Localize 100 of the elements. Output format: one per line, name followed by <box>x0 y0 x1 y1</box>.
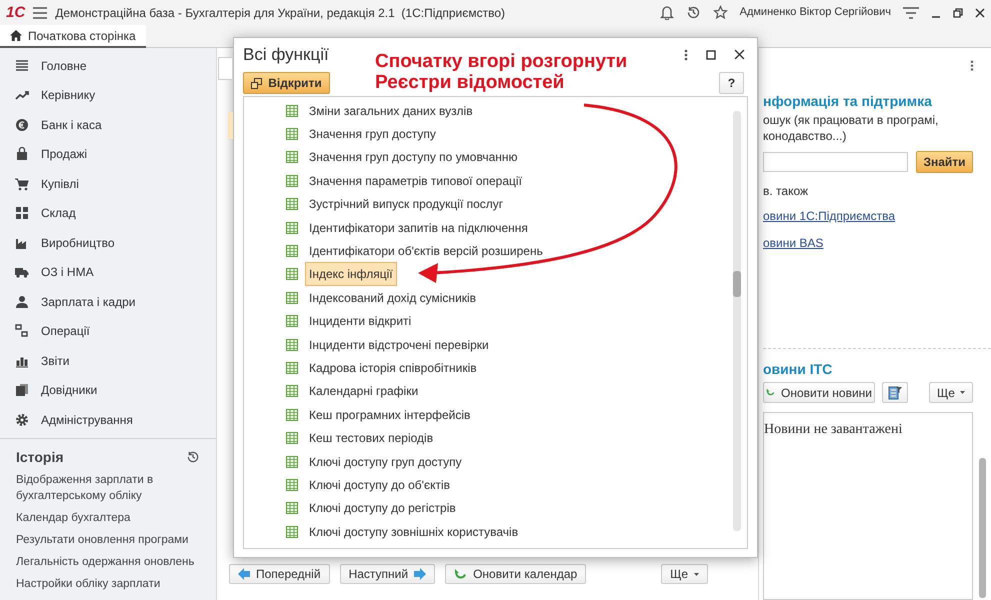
history-link[interactable]: Календар бухгалтера <box>16 510 200 526</box>
filter-news-button[interactable] <box>882 382 908 404</box>
annotation-text: Спочатку вгорі розгорнути Реєстри відомостей <box>375 51 628 93</box>
list-item[interactable]: Кадрова історія співробітників <box>305 356 481 380</box>
search-button[interactable]: Знайти <box>916 151 973 174</box>
close-icon[interactable] <box>975 8 985 18</box>
open-window-icon <box>251 78 262 88</box>
documents-icon <box>15 383 29 398</box>
list-item[interactable]: Значення параметрів типової операції <box>305 168 526 193</box>
sidebar-item[interactable]: Адміністрування <box>0 405 216 434</box>
history-link[interactable]: Результати оновлення програми <box>16 532 200 548</box>
sidebar-item[interactable]: Продажі <box>0 140 216 169</box>
menu-icon[interactable] <box>33 6 48 18</box>
list-item[interactable]: Кеш тестових періодів <box>305 426 438 450</box>
sidebar-item[interactable]: Звіти <box>0 346 216 376</box>
restore-icon[interactable] <box>953 8 963 18</box>
cart-icon <box>15 176 29 191</box>
news-link[interactable]: овини BAS <box>763 234 973 252</box>
more-icon[interactable] <box>970 60 974 72</box>
table-icon <box>286 151 298 164</box>
user-name[interactable]: Админенко Віктор Сергійович <box>740 4 891 21</box>
table-icon <box>286 362 298 374</box>
table-icon <box>286 526 298 538</box>
dialog-title: Всі функції <box>243 44 329 66</box>
highlight-bar-fragment <box>228 112 233 139</box>
shopping-bag-icon <box>15 147 29 162</box>
person-icon <box>15 294 29 309</box>
calendar-button[interactable]: Наступний <box>340 564 436 584</box>
table-icon <box>286 478 298 491</box>
list-item[interactable]: Значення груп доступу <box>305 122 440 146</box>
table-icon <box>286 315 298 328</box>
list-item[interactable]: Значення груп доступу по умовчанню <box>305 145 522 170</box>
caret-icon <box>960 391 965 394</box>
list-item[interactable]: Кеш програмних інтерфейсів <box>305 402 474 427</box>
grid-icon <box>15 206 29 220</box>
list-item[interactable]: Інциденти відкриті <box>305 309 416 334</box>
more-button[interactable]: Ще <box>661 564 708 584</box>
more-icon[interactable] <box>684 48 688 60</box>
maximize-icon[interactable] <box>706 50 716 60</box>
calendar-button[interactable]: Оновити календар <box>445 564 586 584</box>
open-button[interactable]: Відкрити <box>243 72 330 94</box>
history-link[interactable]: Відображення зарплати в бухгалтерському обліку <box>16 472 200 504</box>
hint-text: ошук (як працювати в програмі, <box>763 112 940 128</box>
list-item[interactable]: Ідентифікатори об'єктів версій розширень <box>305 239 547 264</box>
right-arrow-icon <box>414 568 426 580</box>
refresh-news-button[interactable]: Оновити новини <box>763 382 875 404</box>
list-item[interactable]: Індекс інфляції <box>305 262 397 286</box>
table-icon <box>286 408 298 421</box>
list-item[interactable]: Зустрічний випуск продукції послуг <box>305 192 508 216</box>
history-icon[interactable] <box>686 5 701 20</box>
sidebar-item[interactable]: Склад <box>0 198 216 228</box>
sidebar-item[interactable]: Виробництво <box>0 228 216 258</box>
caret-icon <box>694 572 699 576</box>
gear-icon <box>15 412 29 427</box>
list-item[interactable]: Ключі доступу до об'єктів <box>305 472 454 497</box>
history-link[interactable]: Настройки обліку зарплати <box>16 576 200 592</box>
news-message: Новини не завантажені <box>764 422 902 438</box>
coin-icon <box>15 118 29 132</box>
list-item[interactable]: Ключі доступу зовнішніх користувачів <box>305 520 522 544</box>
left-arrow-icon <box>238 568 250 580</box>
table-icon <box>286 245 298 258</box>
star-icon[interactable] <box>712 5 728 20</box>
home-icon <box>10 30 22 41</box>
more-button[interactable]: Ще <box>929 382 973 404</box>
sidebar-item[interactable]: Керівнику <box>0 80 216 110</box>
window-title: Демонстраційна база - Бухгалтерія для України, редакція 2.1 (1С:Підприємство) <box>55 4 506 22</box>
table-icon <box>286 456 298 468</box>
trend-icon <box>15 88 29 102</box>
list-item[interactable]: Ключі доступу до регістрів <box>305 496 460 520</box>
list-item[interactable]: Індексований дохід сумісників <box>305 286 480 310</box>
help-button[interactable]: ? <box>719 72 744 94</box>
scrollbar[interactable] <box>979 458 986 598</box>
bell-icon[interactable] <box>660 5 674 20</box>
refresh-icon <box>454 568 468 580</box>
close-icon[interactable] <box>734 49 745 60</box>
table-icon <box>286 128 298 140</box>
sidebar-item[interactable]: Купівлі <box>0 169 216 198</box>
history-icon[interactable] <box>186 450 200 464</box>
sidebar-item[interactable]: Банк і каса <box>0 110 216 140</box>
list-item[interactable]: Календарні графіки <box>305 379 422 404</box>
calendar-button[interactable]: Попередній <box>229 564 330 584</box>
table-icon <box>286 174 298 187</box>
list-item[interactable]: Інциденти відстрочені перевірки <box>305 332 493 357</box>
list-item[interactable]: Ідентифікатори запитів на підключення <box>305 216 532 240</box>
list-item[interactable]: Ключі доступу груп доступу <box>305 450 466 474</box>
settings-menu-icon[interactable] <box>903 6 919 18</box>
see-also-label: в. також <box>763 183 810 200</box>
sidebar-item[interactable]: Головне <box>0 51 216 80</box>
app-logo: 1С <box>6 5 26 20</box>
search-field[interactable] <box>763 152 908 172</box>
sidebar-item[interactable]: Операції <box>0 316 216 346</box>
sidebar-item[interactable]: ОЗ і НМА <box>0 258 216 287</box>
sidebar-item[interactable]: Довідники <box>0 376 216 405</box>
news-link[interactable]: овини 1С:Підприємства <box>763 207 973 226</box>
scrollbar[interactable] <box>733 111 741 531</box>
sidebar-item[interactable]: Зарплата і кадри <box>0 287 216 316</box>
document-filter-icon <box>888 386 902 400</box>
history-link[interactable]: Легальність одержання оновлень <box>16 554 200 570</box>
tab[interactable]: Початкова сторінка <box>0 25 146 48</box>
list-item[interactable]: Зміни загальних даних вузлів <box>305 98 477 123</box>
